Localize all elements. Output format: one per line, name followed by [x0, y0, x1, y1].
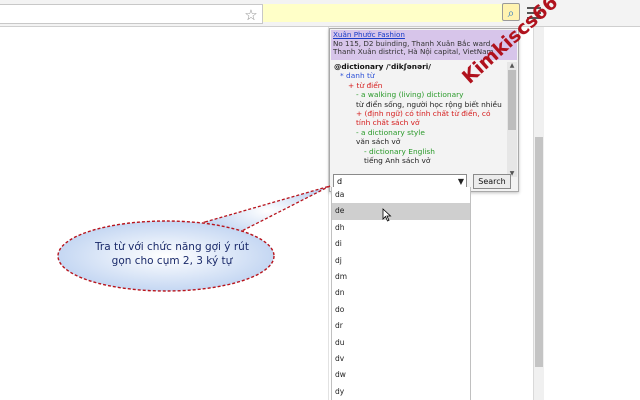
callout-line-2: gọn cho cụm 2, 3 ký tự [111, 255, 233, 267]
callout-line-1: Tra từ với chức năng gợi ý rút [95, 241, 249, 253]
callout-graphic [57, 185, 331, 292]
callout-text: Tra từ với chức năng gợi ý rút gọn cho c… [72, 240, 272, 268]
